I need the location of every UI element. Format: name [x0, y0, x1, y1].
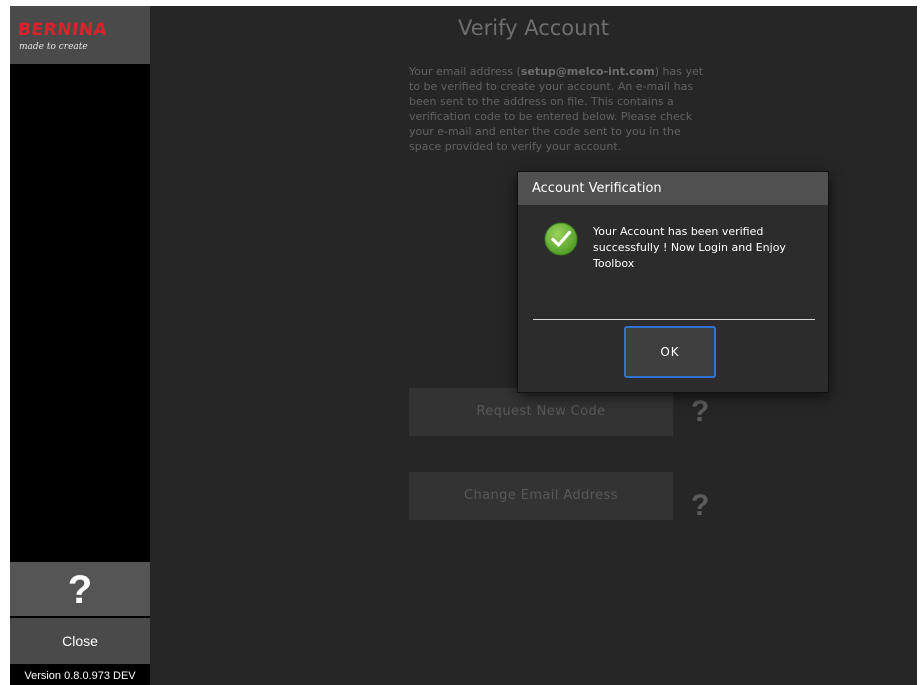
page-title: Verify Account	[457, 16, 610, 40]
description-body: ) has yet to be verified to create your …	[409, 65, 704, 153]
app-window: BERNINA made to create ? Close Version 0…	[10, 6, 917, 685]
dialog-divider	[533, 319, 815, 320]
logo-brand: BERNINA	[16, 20, 109, 40]
bernina-logo: BERNINA made to create	[10, 6, 150, 64]
main-panel: Verify Account Your email address (setup…	[150, 6, 917, 685]
verification-description: Your email address (setup@melco-int.com)…	[409, 64, 711, 154]
dialog-title: Account Verification	[518, 172, 828, 205]
sidebar-help-button[interactable]: ?	[10, 562, 150, 616]
sidebar: BERNINA made to create ? Close Version 0…	[10, 6, 150, 685]
close-button[interactable]: Close	[10, 618, 150, 664]
change-email-help-icon[interactable]: ?	[691, 489, 709, 523]
checkmark-circle-icon	[544, 222, 578, 256]
ok-button[interactable]: OK	[624, 326, 716, 378]
change-email-button[interactable]: Change Email Address	[409, 472, 673, 520]
request-code-help-icon[interactable]: ?	[691, 395, 709, 429]
request-new-code-button[interactable]: Request New Code	[409, 388, 673, 436]
description-intro: Your email address (	[409, 65, 521, 78]
logo-tagline: made to create	[19, 42, 88, 52]
dialog-message: Your Account has been verified successfu…	[593, 225, 786, 270]
account-verification-dialog: Account Verification Your Account has be…	[518, 172, 828, 392]
account-email: setup@melco-int.com	[520, 65, 655, 78]
version-label: Version 0.8.0.973 DEV	[24, 670, 136, 682]
